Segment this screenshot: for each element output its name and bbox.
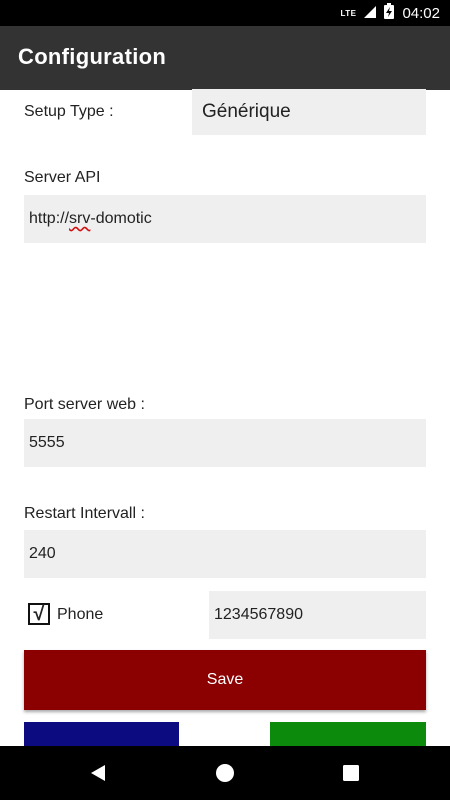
restart-interval-input[interactable]: 240 bbox=[24, 530, 426, 578]
save-button[interactable]: Save bbox=[24, 650, 426, 710]
back-icon[interactable] bbox=[68, 746, 128, 800]
phone-checkbox[interactable]: √ bbox=[28, 603, 50, 625]
home-icon[interactable] bbox=[195, 746, 255, 800]
port-server-web-label: Port server web : bbox=[24, 396, 145, 413]
signal-icon bbox=[364, 5, 377, 22]
server-api-label: Server API bbox=[24, 169, 101, 186]
setup-type-label: Setup Type : bbox=[24, 103, 114, 120]
phone-label: Phone bbox=[57, 606, 104, 623]
setup-type-value: Générique bbox=[202, 101, 291, 122]
clock: 04:02 bbox=[402, 4, 440, 22]
port-server-web-input[interactable]: 5555 bbox=[24, 419, 426, 467]
battery-icon bbox=[384, 3, 395, 23]
phone-input[interactable]: 1234567890 bbox=[209, 591, 426, 639]
status-bar: LTE 04:02 bbox=[0, 0, 450, 26]
app-bar: Configuration bbox=[0, 26, 450, 90]
checkmark-icon: √ bbox=[33, 603, 45, 625]
server-api-prefix: http:// bbox=[29, 210, 70, 227]
status-indicators: LTE 04:02 bbox=[340, 0, 440, 26]
network-type: LTE bbox=[340, 8, 357, 18]
page-title: Configuration bbox=[18, 44, 167, 69]
navigation-bar bbox=[0, 746, 450, 800]
server-api-misspelled: srv bbox=[69, 210, 91, 227]
restart-interval-label: Restart Intervall : bbox=[24, 505, 145, 522]
server-api-input[interactable]: http://srv -domotic bbox=[24, 195, 426, 243]
server-api-suffix: -domotic bbox=[90, 210, 152, 227]
setup-type-select[interactable]: Générique bbox=[192, 89, 426, 135]
save-button-label: Save bbox=[206, 671, 244, 688]
recent-apps-icon[interactable] bbox=[321, 746, 381, 800]
